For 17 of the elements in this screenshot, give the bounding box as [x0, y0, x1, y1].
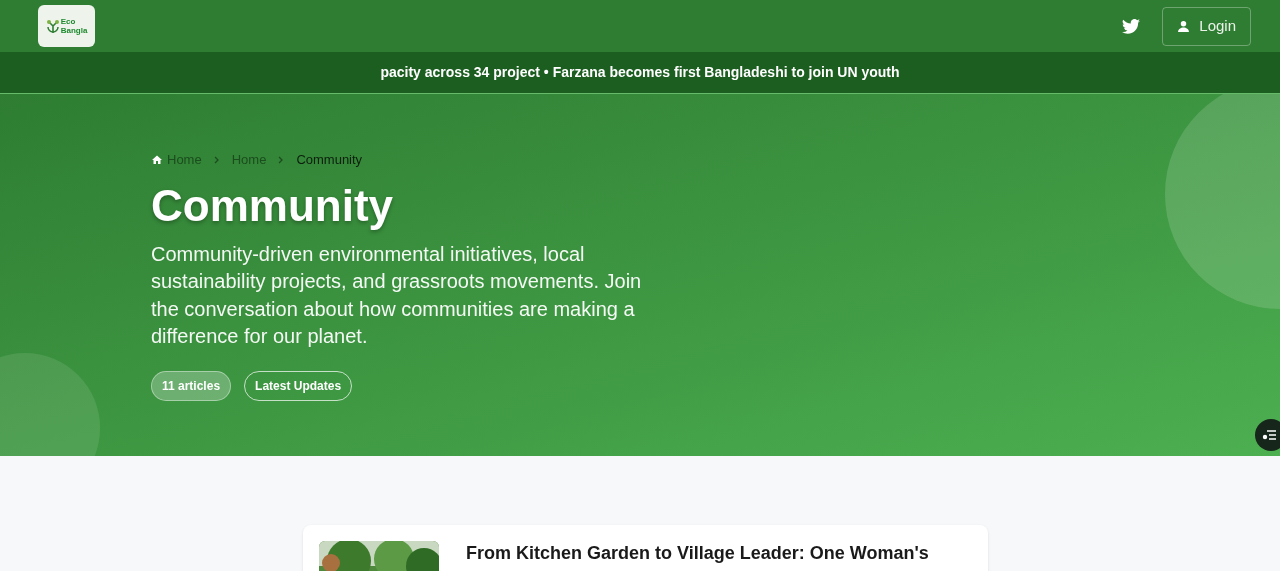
- article-card[interactable]: From Kitchen Garden to Village Leader: One Woman's: [303, 525, 988, 571]
- filter-icon: [1262, 429, 1276, 441]
- bird-icon[interactable]: [1122, 18, 1141, 34]
- page-description: Community-driven environmental initiatives, local sustainability projects, and grassroots movements. Join the conversation about how communities are making a difference for our planet.: [151, 241, 643, 349]
- home-icon: [151, 153, 163, 166]
- page-title: Community: [151, 179, 394, 232]
- article-title[interactable]: From Kitchen Garden to Village Leader: One Woman's: [466, 541, 946, 571]
- login-button[interactable]: Login: [1162, 6, 1251, 46]
- logo[interactable]: Eco Bangla: [38, 5, 95, 47]
- breadcrumb-current: Community: [296, 151, 363, 169]
- ticker-text: pacity across 34 project • Farzana becomes first Bangladeshi to join UN youth: [380, 63, 900, 82]
- tree-icon: [45, 18, 60, 34]
- logo-text: Bangla: [60, 26, 88, 35]
- user-icon: [1177, 19, 1191, 33]
- logo-text: Eco: [60, 17, 77, 26]
- tag-chip: 11 articles: [151, 370, 232, 401]
- chevron-icon: [212, 155, 221, 164]
